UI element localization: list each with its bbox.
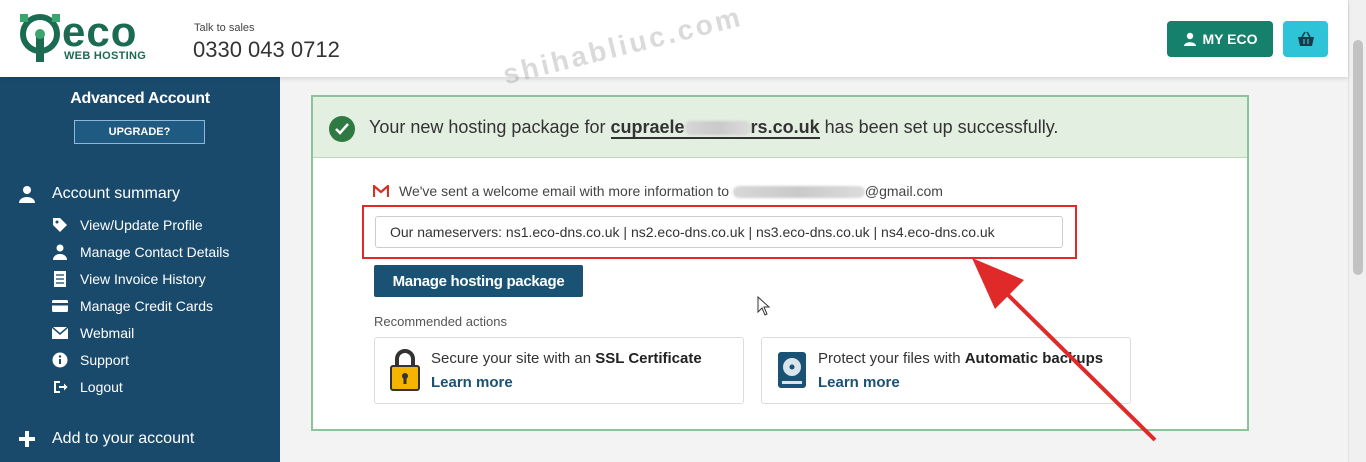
ssl-recommendation[interactable]: Secure your site with an SSL Certificate… [374,337,744,404]
sidebar-item-webmail[interactable]: Webmail [52,325,134,341]
ssl-bold: SSL Certificate [595,350,702,367]
sidebar-item-label: Manage Credit Cards [80,298,214,314]
tag-icon [52,217,68,233]
logout-icon [52,379,68,395]
envelope-icon [52,325,68,341]
invoice-icon [52,271,68,287]
person-icon [19,186,35,203]
mouse-cursor-icon [757,296,771,316]
sidebar-item-label: View Invoice History [80,271,206,287]
logo-subtitle: WEB HOSTING [64,50,147,62]
person-icon [52,244,68,260]
info-icon [52,352,68,368]
domain-end: rs.co.uk [750,117,820,137]
sidebar-item-invoice-history[interactable]: View Invoice History [52,271,206,287]
cart-button[interactable] [1283,21,1328,57]
plus-icon [19,431,35,447]
mail-prefix: We've sent a welcome email with more inf… [399,183,733,199]
account-type: Advanced Account [70,90,210,107]
upgrade-button[interactable]: UPGRADE? [74,120,205,144]
page-scrollbar[interactable] [1348,0,1366,462]
backup-bold: Automatic backups [964,350,1104,367]
eco-logo[interactable]: eco WEB HOSTING [18,8,158,64]
success-card: Your new hosting package for cupraele rs.… [311,95,1249,431]
padlock-icon [390,349,420,391]
logo-word: eco [62,8,138,55]
mail-suffix: @gmail.com [864,183,943,199]
success-message: Your new hosting package for cupraele rs.… [369,117,1059,139]
add-to-account-link[interactable]: Add to your account [18,430,194,448]
highlight-box [362,205,1077,259]
backup-text: Protect your files with Automatic backup… [818,350,1103,367]
user-icon [1183,32,1196,46]
sidebar-item-label: Logout [80,379,123,395]
sidebar-item-credit-cards[interactable]: Manage Credit Cards [52,298,213,314]
success-prefix: Your new hosting package for [369,117,611,137]
welcome-email-line: We've sent a welcome email with more inf… [373,183,943,199]
gmail-icon [373,185,389,197]
sidebar-item-view-profile[interactable]: View/Update Profile [52,217,203,233]
my-eco-button[interactable]: MY ECO [1167,21,1273,57]
success-domain[interactable]: cupraele rs.co.uk [610,117,820,139]
check-circle-icon [329,116,355,142]
ssl-prefix: Secure your site with an [431,350,596,367]
eco-leaf-icon [20,14,60,62]
backup-learn-more-link[interactable]: Learn more [818,374,900,391]
sidebar: Advanced Account UPGRADE? Account summar… [0,77,280,462]
account-summary-label: Account summary [52,185,181,202]
backup-recommendation[interactable]: Protect your files with Automatic backup… [761,337,1131,404]
redacted-email [732,186,865,199]
backup-prefix: Protect your files with [818,350,965,367]
recommended-label: Recommended actions [374,314,507,329]
sidebar-item-label: View/Update Profile [80,217,203,233]
sidebar-item-label: Manage Contact Details [80,244,230,260]
redacted-blur [684,121,751,136]
account-summary-link[interactable]: Account summary [18,185,180,203]
scrollbar-thumb[interactable] [1353,40,1363,275]
hard-drive-icon [778,352,806,388]
sidebar-item-label: Webmail [80,325,135,341]
success-suffix: has been set up successfully. [819,117,1059,137]
add-to-account-label: Add to your account [52,430,195,447]
ssl-text: Secure your site with an SSL Certificate [431,350,702,367]
sales-phone[interactable]: 0330 043 0712 [193,37,340,63]
credit-card-icon [52,298,68,314]
ssl-learn-more-link[interactable]: Learn more [431,374,513,391]
domain-start: cupraele [610,117,685,137]
success-banner: Your new hosting package for cupraele rs.… [313,97,1247,158]
sidebar-item-contact-details[interactable]: Manage Contact Details [52,244,229,260]
sidebar-item-label: Support [80,352,130,368]
sales-label: Talk to sales [194,22,255,34]
my-eco-label: MY ECO [1202,31,1258,47]
sidebar-item-logout[interactable]: Logout [52,379,123,395]
basket-icon [1297,31,1314,46]
sidebar-item-support[interactable]: Support [52,352,129,368]
manage-hosting-button[interactable]: Manage hosting package [374,265,583,297]
